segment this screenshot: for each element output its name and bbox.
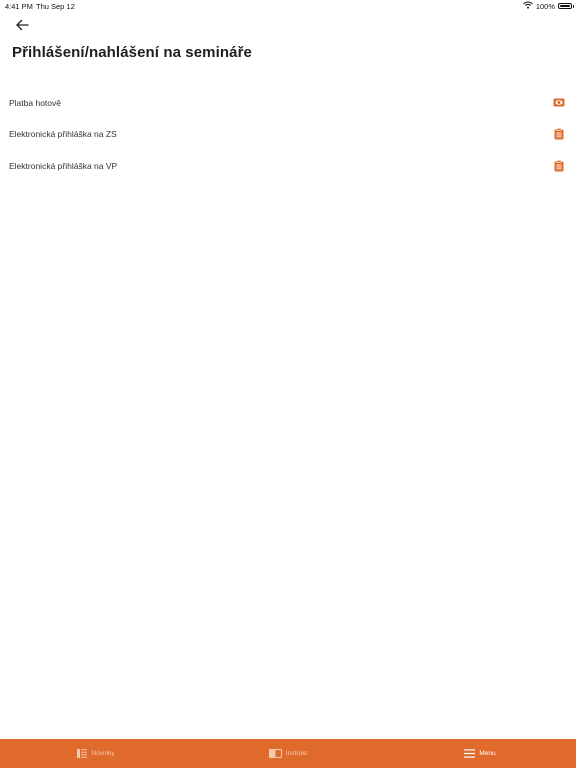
- wifi-icon: [522, 1, 533, 11]
- tab-label: Instrukt: [285, 750, 308, 757]
- arrow-left-icon: [12, 19, 32, 37]
- back-button[interactable]: [12, 17, 32, 33]
- news-list-icon: [77, 749, 88, 758]
- page-title: Přihlášení/nahlášení na semináře: [12, 44, 252, 61]
- hamburger-menu-icon: [464, 749, 476, 758]
- list-item-label: Platba hotově: [9, 97, 61, 108]
- list-item-registration-zs[interactable]: Elektronická přihláška na ZS: [0, 119, 576, 151]
- list-item-label: Elektronická přihláška na ZS: [9, 129, 117, 140]
- tab-label: Novinky: [91, 750, 115, 757]
- seminar-options-list: Platba hotově Elektronická přihláška na …: [0, 87, 576, 182]
- list-item-cash-payment[interactable]: Platba hotově: [0, 87, 576, 119]
- status-date: Thu Sep 12: [36, 2, 75, 11]
- tab-instrukt[interactable]: Instrukt: [192, 739, 384, 768]
- status-time: 4:41 PM: [5, 2, 33, 11]
- list-item-registration-vp[interactable]: Elektronická přihláška na VP: [0, 150, 576, 182]
- battery-icon: [558, 3, 574, 9]
- book-icon: [268, 749, 282, 758]
- clipboard-icon: [553, 159, 565, 172]
- status-indicators: 100%: [522, 1, 574, 11]
- tab-label: Menu: [479, 750, 496, 757]
- status-bar: 4:41 PM Thu Sep 12 100%: [0, 0, 576, 13]
- list-item-label: Elektronická přihláška na VP: [9, 160, 118, 171]
- tab-novinky[interactable]: Novinky: [0, 739, 192, 768]
- clipboard-icon: [553, 128, 565, 140]
- bottom-tab-bar: Novinky Instrukt Menu: [0, 739, 576, 768]
- battery-level-fill: [560, 5, 570, 7]
- eye-icon: [553, 97, 565, 109]
- battery-percent: 100%: [535, 1, 555, 11]
- tab-menu[interactable]: Menu: [384, 739, 576, 768]
- battery-tip: [572, 5, 574, 8]
